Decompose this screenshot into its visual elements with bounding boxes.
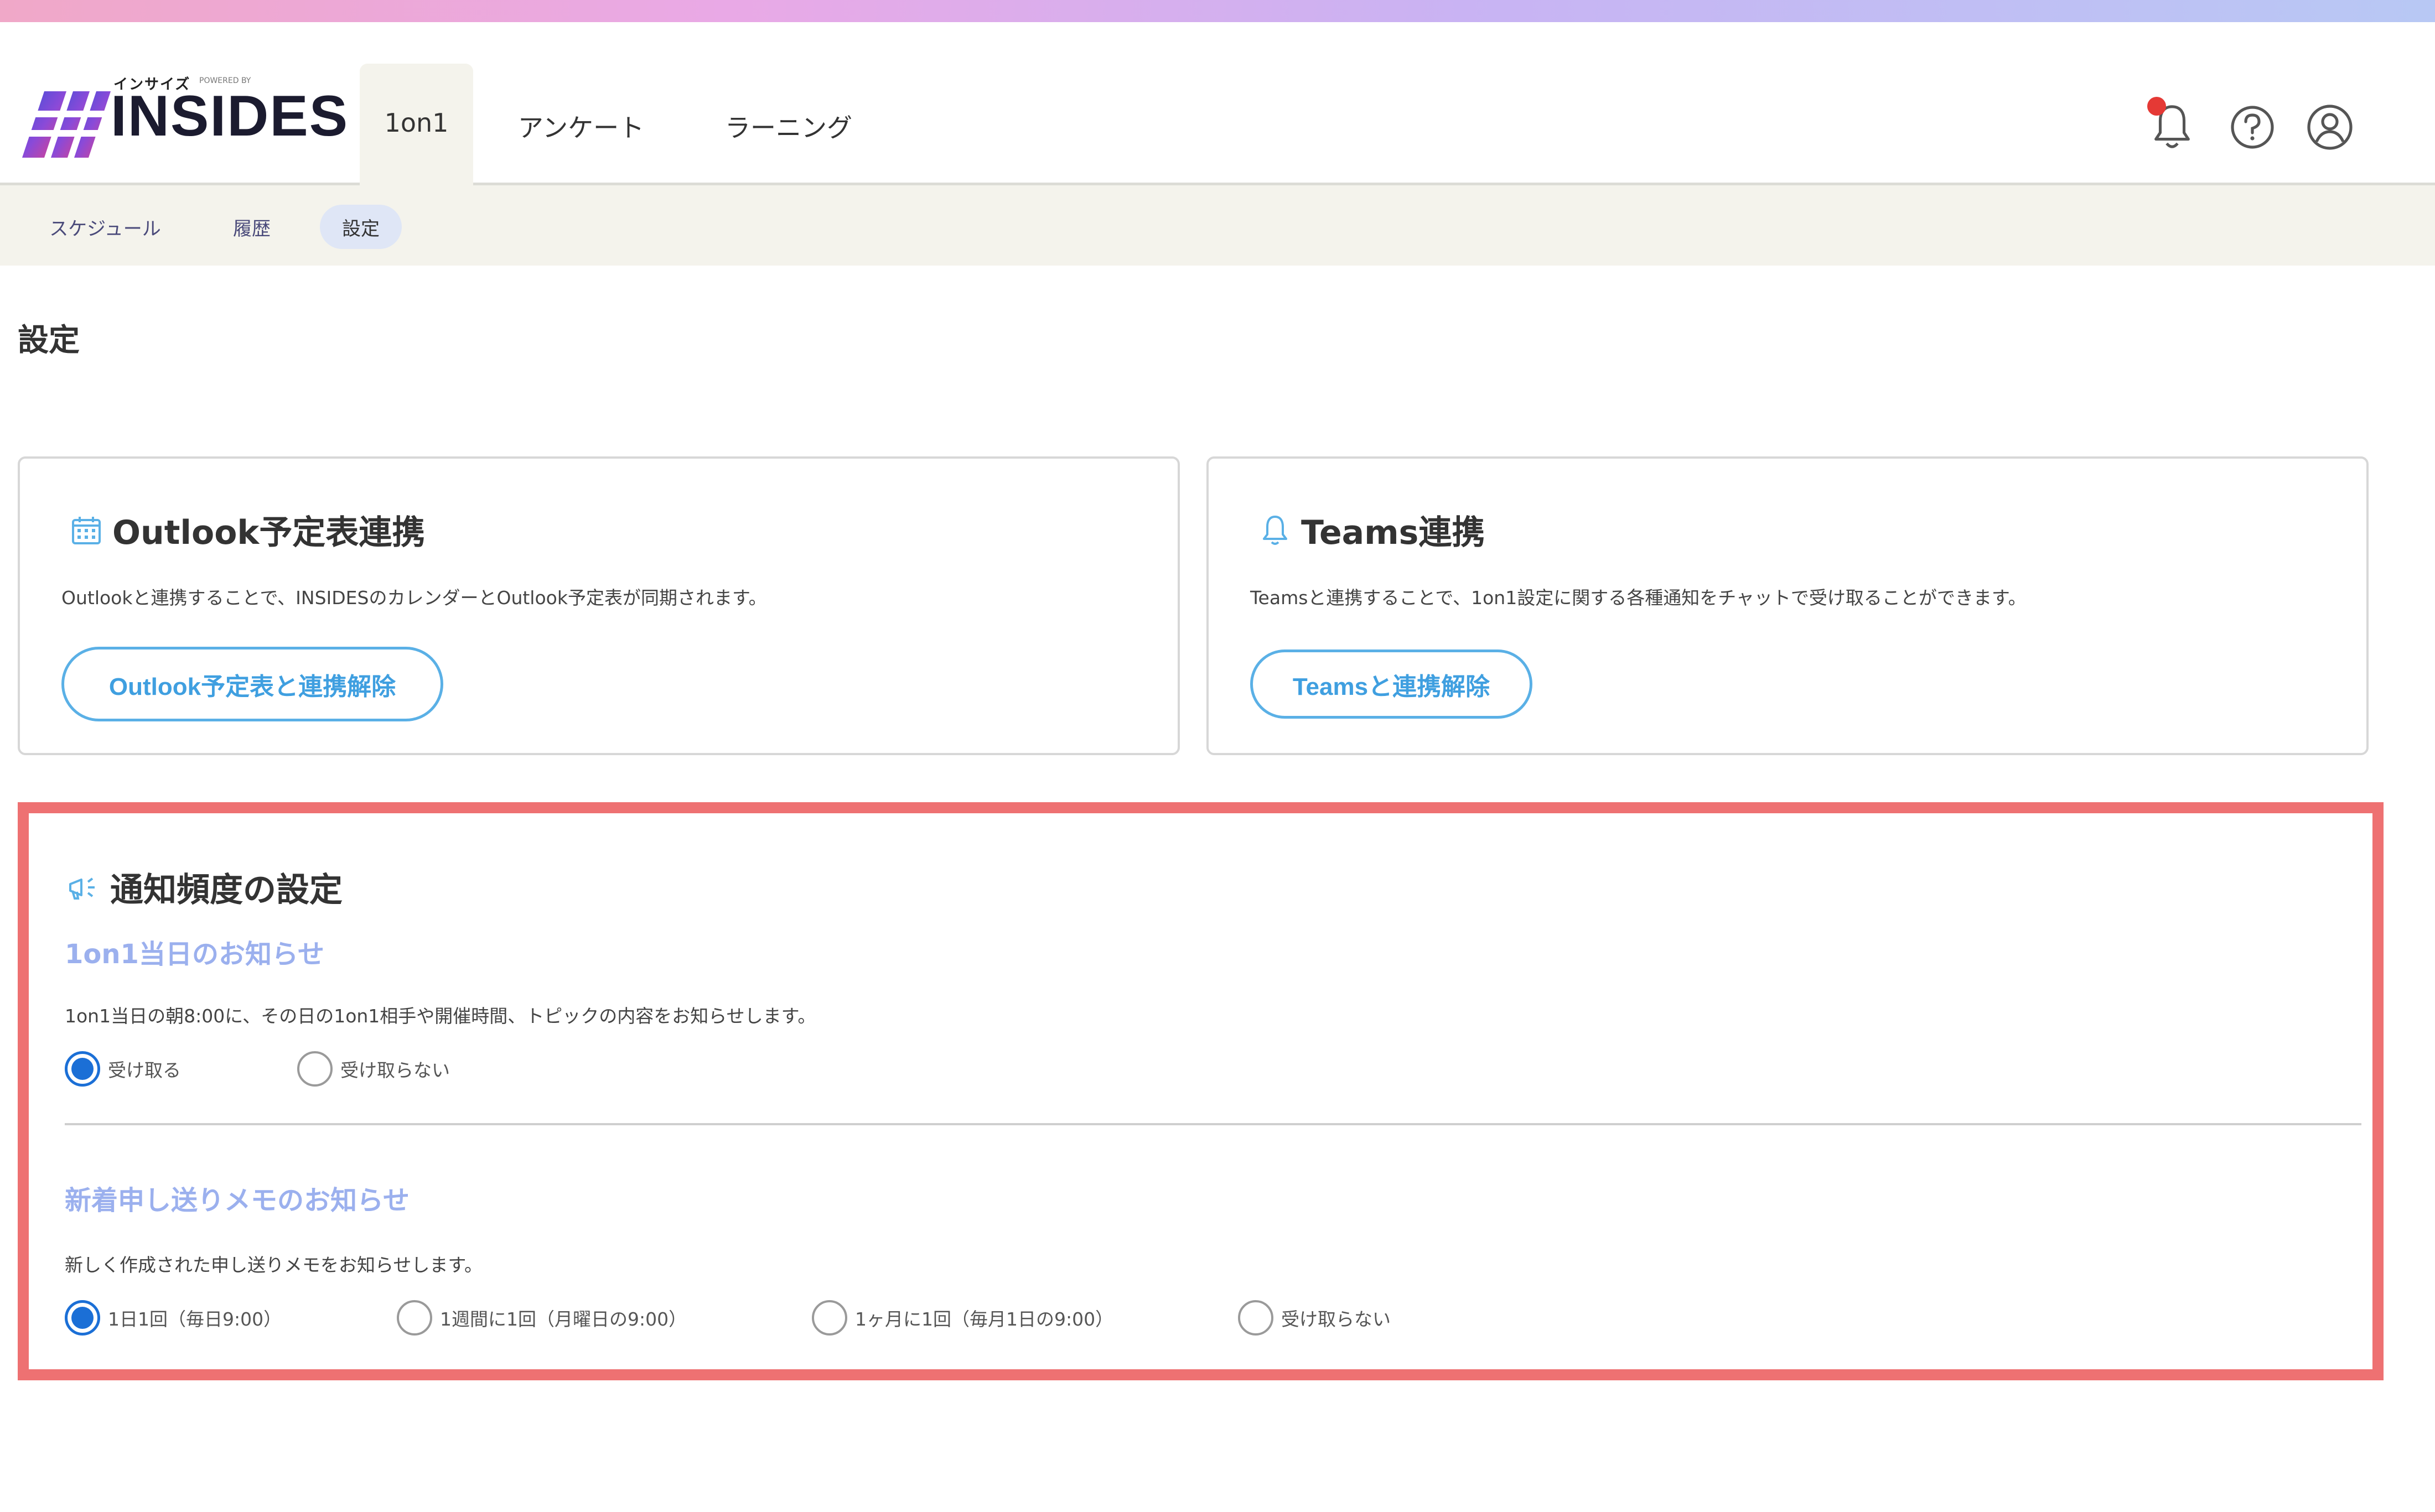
- help-icon: [2231, 106, 2274, 149]
- page-title: 設定: [18, 323, 80, 358]
- subnav-label: 履歴: [233, 217, 271, 240]
- day-of-section-title: 1on1当日のお知らせ: [65, 939, 324, 970]
- day-of-description: 1on1当日の朝8:00に、その日の1on1相手や開催時間、トピックの内容をお知…: [65, 1005, 816, 1027]
- teams-unlink-button[interactable]: Teamsと連携解除: [1250, 650, 1532, 719]
- radio-weekly[interactable]: 1週間に1回（月曜日の9:00）: [397, 1300, 687, 1336]
- section-divider: [65, 1123, 2361, 1125]
- tab-label: アンケート: [517, 113, 645, 143]
- subnav-item-settings[interactable]: 設定: [320, 205, 402, 249]
- radio-daily[interactable]: 1日1回（毎日9:00）: [65, 1300, 282, 1336]
- outlook-card-title: Outlook予定表連携: [67, 506, 425, 554]
- user-menu-button[interactable]: [2302, 100, 2358, 155]
- teams-card-title: Teams連携: [1256, 506, 1485, 554]
- user-icon: [2307, 105, 2353, 150]
- logo-wordmark: INSIDES: [111, 84, 349, 148]
- radio-receive[interactable]: 受け取る: [65, 1051, 181, 1087]
- subnav-label: 設定: [342, 217, 380, 240]
- radio-label: 1日1回（毎日9:00）: [108, 1308, 282, 1330]
- calendar-icon: [67, 511, 106, 549]
- tab-label: ラーニング: [725, 113, 852, 143]
- teams-integration-card: Teams連携 Teamsと連携することで、1on1設定に関する各種通知をチャッ…: [1206, 456, 2369, 755]
- top-accent-bar: [0, 0, 2435, 22]
- bell-outline-icon: [1256, 511, 1294, 549]
- megaphone-icon: [65, 868, 103, 907]
- day-of-radio-group: 受け取る 受け取らない: [65, 1051, 2278, 1090]
- tab-label: 1on1: [384, 108, 449, 138]
- notification-frequency-card: 通知頻度の設定 1on1当日のお知らせ 1on1当日の朝8:00に、その日の1o…: [18, 802, 2384, 1380]
- radio-monthly[interactable]: 1ヶ月に1回（毎月1日の9:00）: [812, 1300, 1113, 1336]
- radio-memo-not-receive[interactable]: 受け取らない: [1238, 1300, 1391, 1336]
- radio-not-receive[interactable]: 受け取らない: [297, 1051, 450, 1087]
- subnav-item-schedule[interactable]: スケジュール: [33, 205, 177, 249]
- outlook-integration-card: Outlook予定表連携 Outlookと連携することで、INSIDESのカレン…: [18, 456, 1180, 755]
- radio-label: 1ヶ月に1回（毎月1日の9:00）: [855, 1308, 1114, 1330]
- radio-circle: [65, 1300, 100, 1336]
- notify-title-text: 通知頻度の設定: [110, 871, 343, 910]
- notification-dot: [2147, 97, 2166, 116]
- outlook-title-text: Outlook予定表連携: [112, 513, 426, 552]
- radio-label: 受け取らない: [340, 1059, 450, 1081]
- outlook-unlink-button[interactable]: Outlook予定表と連携解除: [61, 647, 443, 721]
- teams-title-text: Teams連携: [1301, 513, 1485, 552]
- notify-card-title: 通知頻度の設定: [65, 863, 343, 911]
- outlook-description: Outlookと連携することで、INSIDESのカレンダーとOutlook予定表…: [61, 587, 767, 609]
- radio-circle: [1238, 1300, 1273, 1336]
- radio-circle: [812, 1300, 847, 1336]
- app-header: インサイズ POWERED BY INSIDES 1on1 アンケート ラーニン…: [0, 22, 2435, 207]
- teams-description: Teamsと連携することで、1on1設定に関する各種通知をチャットで受け取ること…: [1250, 587, 2027, 609]
- radio-label: 1週間に1回（月曜日の9:00）: [440, 1308, 687, 1330]
- radio-circle: [297, 1051, 333, 1087]
- memo-description: 新しく作成された申し送りメモをお知らせします。: [65, 1254, 483, 1276]
- radio-label: 受け取らない: [1281, 1308, 1391, 1330]
- subnav-label: スケジュール: [49, 217, 161, 240]
- sub-navigation: スケジュール 履歴 設定: [0, 185, 2435, 266]
- memo-radio-group: 1日1回（毎日9:00） 1週間に1回（月曜日の9:00） 1ヶ月に1回（毎月1…: [65, 1300, 2278, 1339]
- memo-section-title: 新着申し送りメモのお知らせ: [65, 1185, 410, 1216]
- help-button[interactable]: [2225, 100, 2280, 155]
- radio-circle: [65, 1051, 100, 1087]
- radio-circle: [397, 1300, 432, 1336]
- radio-label: 受け取る: [108, 1059, 181, 1081]
- subnav-item-history[interactable]: 履歴: [219, 205, 285, 249]
